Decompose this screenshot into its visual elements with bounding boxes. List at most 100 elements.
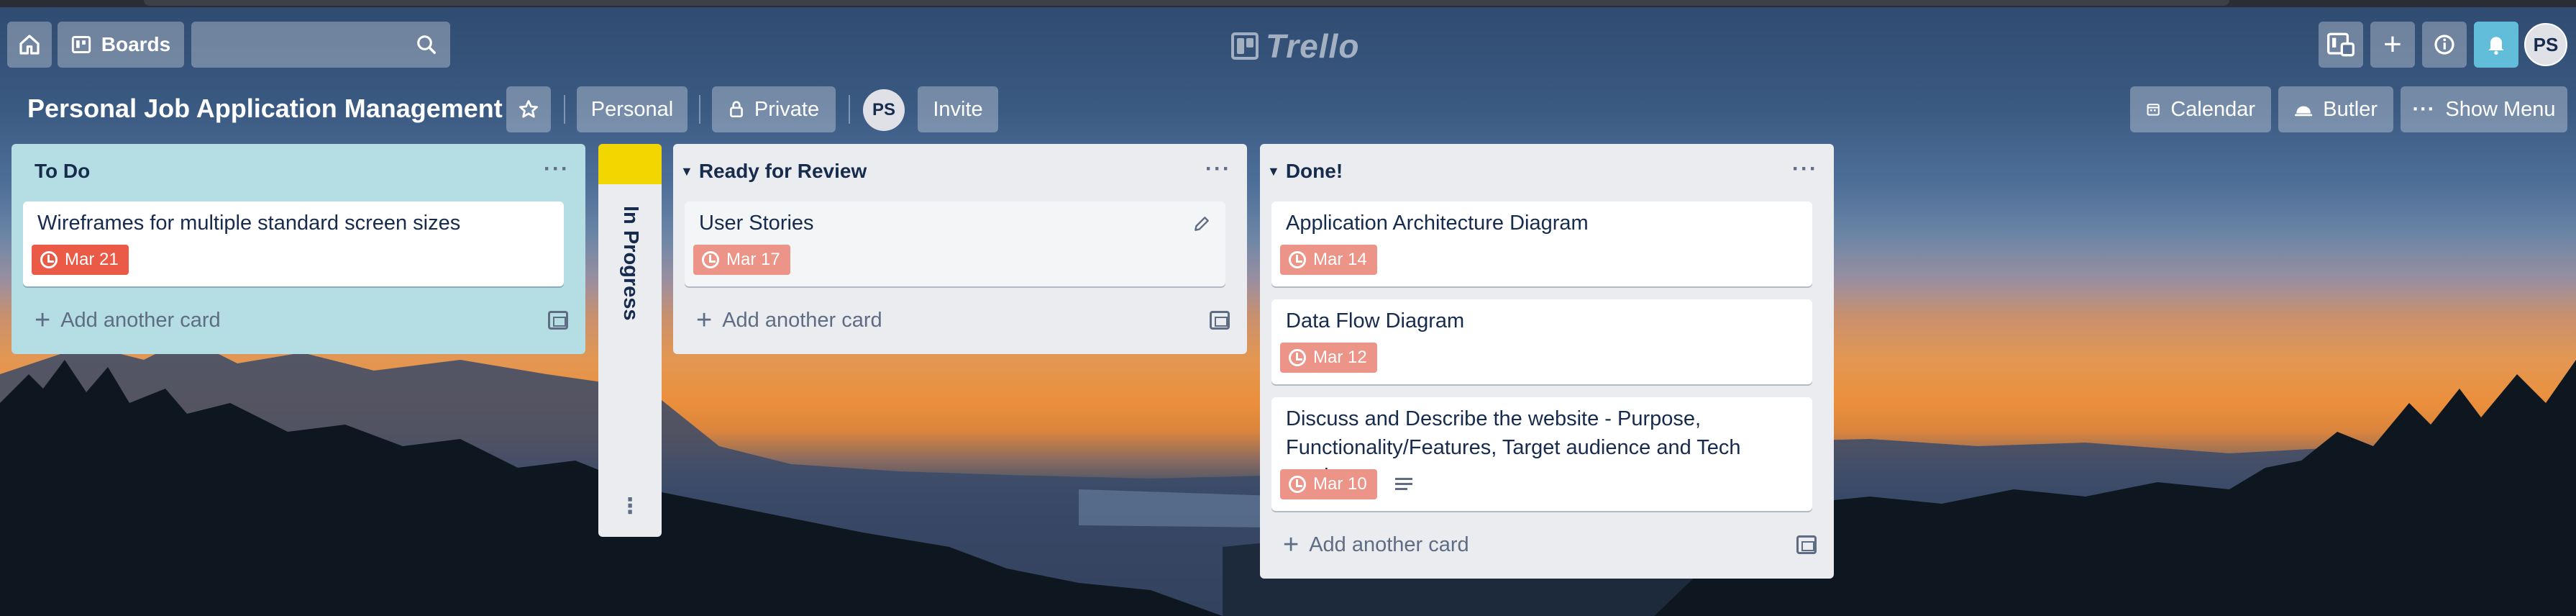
plus-icon: + — [1283, 530, 1300, 560]
due-date-text: Mar 12 — [1313, 348, 1367, 367]
clock-icon — [1289, 476, 1306, 493]
header-divider — [849, 95, 850, 124]
due-date-text: Mar 17 — [726, 250, 780, 269]
board-member-avatar[interactable]: PS — [863, 89, 905, 131]
header-divider — [699, 95, 700, 124]
list-done[interactable]: ▼ Done! ··· Application Architecture Dia… — [1260, 144, 1834, 579]
browser-chrome-strip — [0, 0, 2576, 7]
board-title[interactable]: Personal Job Application Management — [27, 94, 503, 124]
create-board-from-template-button[interactable] — [2319, 22, 2363, 68]
pencil-icon[interactable] — [1192, 214, 1211, 233]
show-menu-label: Show Menu — [2445, 97, 2556, 121]
list-in-progress-collapsed[interactable]: In Progress ⋮ — [598, 144, 662, 537]
due-date-text: Mar 10 — [1313, 474, 1367, 494]
card[interactable]: User Stories Mar 17 — [685, 201, 1225, 286]
card[interactable]: Discuss and Describe the website - Purpo… — [1271, 397, 1812, 511]
due-date-badge[interactable]: Mar 14 — [1280, 245, 1377, 275]
list-label-stripe — [598, 144, 662, 184]
star-icon — [519, 100, 538, 118]
search-icon — [417, 35, 436, 54]
list-title[interactable]: ▼ Ready for Review — [680, 160, 867, 183]
top-nav-bar: Boards Trello + PS — [0, 17, 2576, 75]
plus-icon: + — [2383, 27, 2402, 62]
list-menu-button[interactable]: ··· — [1205, 157, 1231, 181]
due-date-text: Mar 14 — [1313, 250, 1367, 269]
personal-label: Personal — [590, 97, 674, 121]
card-title: Application Architecture Diagram — [1286, 212, 1589, 235]
bell-icon — [2488, 37, 2504, 55]
create-button[interactable]: + — [2370, 22, 2415, 68]
calendar-icon — [2147, 104, 2160, 116]
card-title: Wireframes for multiple standard screen … — [37, 212, 461, 235]
calendar-label: Calendar — [2170, 97, 2255, 121]
plus-icon: + — [35, 305, 51, 335]
list-ready-for-review[interactable]: ▼ Ready for Review ··· User Stories Mar … — [673, 144, 1247, 354]
list-title-text: Done! — [1285, 160, 1343, 182]
card[interactable]: Data Flow Diagram Mar 12 — [1271, 299, 1812, 384]
boards-icon — [71, 36, 91, 53]
card-template-icon[interactable] — [1210, 311, 1230, 330]
board-template-icon — [2327, 32, 2355, 57]
trello-logo-icon — [1231, 32, 1259, 60]
card-title: User Stories — [699, 212, 814, 235]
user-avatar[interactable]: PS — [2524, 23, 2567, 66]
calendar-powerup-button[interactable]: Calendar — [2130, 86, 2271, 132]
info-button[interactable] — [2422, 22, 2467, 68]
due-date-badge[interactable]: Mar 17 — [693, 245, 790, 275]
list-title-text: Ready for Review — [698, 160, 867, 182]
add-card-button[interactable]: + Add another card — [1283, 531, 1469, 558]
list-menu-button[interactable]: ⋮ — [598, 494, 662, 519]
butler-label: Butler — [2323, 97, 2378, 121]
home-icon — [19, 35, 40, 55]
team-visibility-button[interactable]: Personal — [577, 86, 688, 132]
search-input[interactable] — [191, 22, 450, 68]
card-template-icon[interactable] — [548, 311, 568, 330]
boards-label: Boards — [101, 33, 171, 55]
due-date-text: Mar 21 — [65, 250, 119, 269]
list-title[interactable]: ▼ Done! — [1267, 160, 1343, 183]
list-title[interactable]: To Do — [35, 160, 90, 183]
invite-label: Invite — [933, 97, 983, 121]
home-button[interactable] — [7, 22, 52, 68]
privacy-button[interactable]: Private — [712, 86, 836, 132]
notifications-button[interactable] — [2474, 22, 2518, 68]
clock-icon — [40, 251, 58, 268]
card-template-icon[interactable] — [1796, 535, 1817, 554]
card[interactable]: Application Architecture Diagram Mar 14 — [1271, 201, 1812, 286]
due-date-badge[interactable]: Mar 12 — [1280, 343, 1377, 373]
add-card-button[interactable]: + Add another card — [35, 307, 221, 334]
butler-icon — [2295, 106, 2313, 117]
private-label: Private — [754, 97, 820, 121]
due-date-badge[interactable]: Mar 10 — [1280, 469, 1377, 499]
info-icon — [2434, 35, 2454, 55]
add-card-label: Add another card — [722, 308, 882, 332]
header-divider — [564, 95, 565, 124]
add-card-label: Add another card — [60, 308, 221, 332]
plus-icon: + — [696, 305, 713, 335]
logo-text: Trello — [1266, 27, 1360, 65]
lock-icon — [729, 101, 743, 118]
card-title: Data Flow Diagram — [1286, 309, 1465, 332]
list-title-text: To Do — [35, 160, 91, 182]
boards-button[interactable]: Boards — [58, 22, 184, 68]
due-date-badge[interactable]: Mar 21 — [32, 245, 129, 275]
list-to-do[interactable]: To Do ··· Wireframes for multiple standa… — [12, 144, 585, 354]
clock-icon — [702, 251, 719, 268]
butler-button[interactable]: Butler — [2278, 86, 2393, 132]
description-icon — [1395, 478, 1412, 492]
add-card-button[interactable]: + Add another card — [696, 307, 882, 334]
invite-button[interactable]: Invite — [918, 86, 998, 132]
card[interactable]: Wireframes for multiple standard screen … — [23, 201, 564, 286]
list-title[interactable]: In Progress — [618, 206, 642, 321]
show-menu-button[interactable]: ··· Show Menu — [2401, 86, 2567, 132]
clock-icon — [1289, 349, 1306, 366]
more-icon: ··· — [2412, 97, 2436, 121]
trello-logo[interactable]: Trello — [1231, 26, 1359, 66]
collapse-caret-icon[interactable]: ▼ — [1267, 164, 1280, 179]
star-board-button[interactable] — [506, 86, 551, 132]
list-menu-button[interactable]: ··· — [1792, 157, 1818, 181]
list-menu-button[interactable]: ··· — [544, 157, 570, 181]
clock-icon — [1289, 251, 1306, 268]
add-card-label: Add another card — [1309, 533, 1469, 556]
collapse-caret-icon[interactable]: ▼ — [680, 164, 693, 179]
